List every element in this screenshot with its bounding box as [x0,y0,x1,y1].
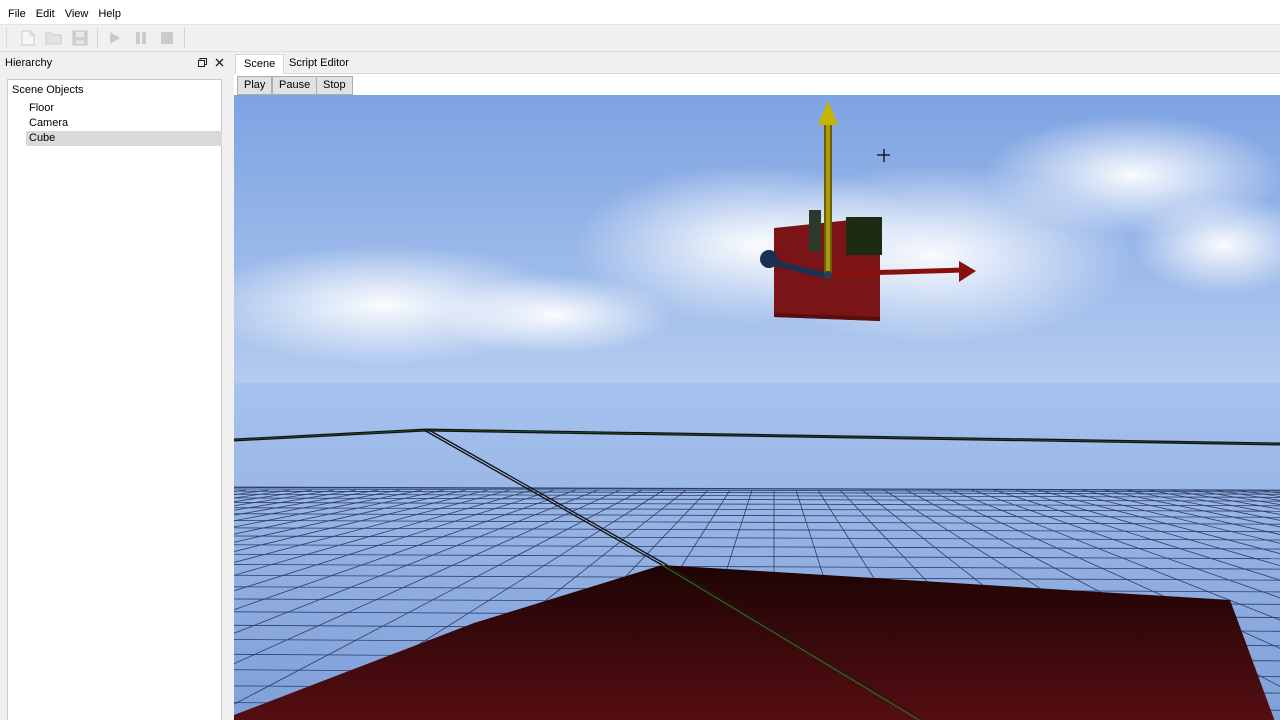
open-folder-icon[interactable] [41,26,67,50]
tree-item-camera[interactable]: Camera [26,116,222,131]
stop-icon[interactable] [154,26,180,50]
hierarchy-panel: Hierarchy Scene Objects Floor Camera Cub… [0,53,229,720]
hierarchy-header: Hierarchy [0,53,229,73]
stop-button[interactable]: Stop [316,76,353,95]
tree-item-cube[interactable]: Cube [26,131,222,146]
close-icon[interactable] [212,55,226,69]
tree-root[interactable]: Scene Objects [12,84,84,96]
scene-render [234,95,1280,720]
new-file-icon[interactable] [15,26,41,50]
save-icon[interactable] [67,26,93,50]
hierarchy-title: Hierarchy [5,57,53,69]
menu-edit[interactable]: Edit [31,0,60,24]
tab-script-editor[interactable]: Script Editor [281,54,357,74]
tab-scene[interactable]: Scene [235,54,285,74]
toolbar-separator [184,28,185,48]
tree-item-floor[interactable]: Floor [26,101,222,116]
menu-view[interactable]: View [60,0,94,24]
scene-controls: Play Pause Stop [234,74,1280,95]
float-window-icon[interactable] [195,55,209,69]
pause-icon[interactable] [128,26,154,50]
menu-file[interactable]: File [3,0,31,24]
play-button[interactable]: Play [237,76,273,95]
hierarchy-tree[interactable]: Scene Objects Floor Camera Cube [7,79,222,720]
toolbar-grip[interactable] [6,28,9,48]
toolbar-separator [97,28,98,48]
editor-tabs: Scene Script Editor [234,53,1280,74]
menu-help[interactable]: Help [93,0,126,24]
toolbar [0,24,1280,52]
menu-bar: File Edit View Help [0,0,1280,24]
scene-viewport[interactable] [234,95,1280,720]
pause-button[interactable]: Pause [272,76,318,95]
play-icon[interactable] [102,26,128,50]
